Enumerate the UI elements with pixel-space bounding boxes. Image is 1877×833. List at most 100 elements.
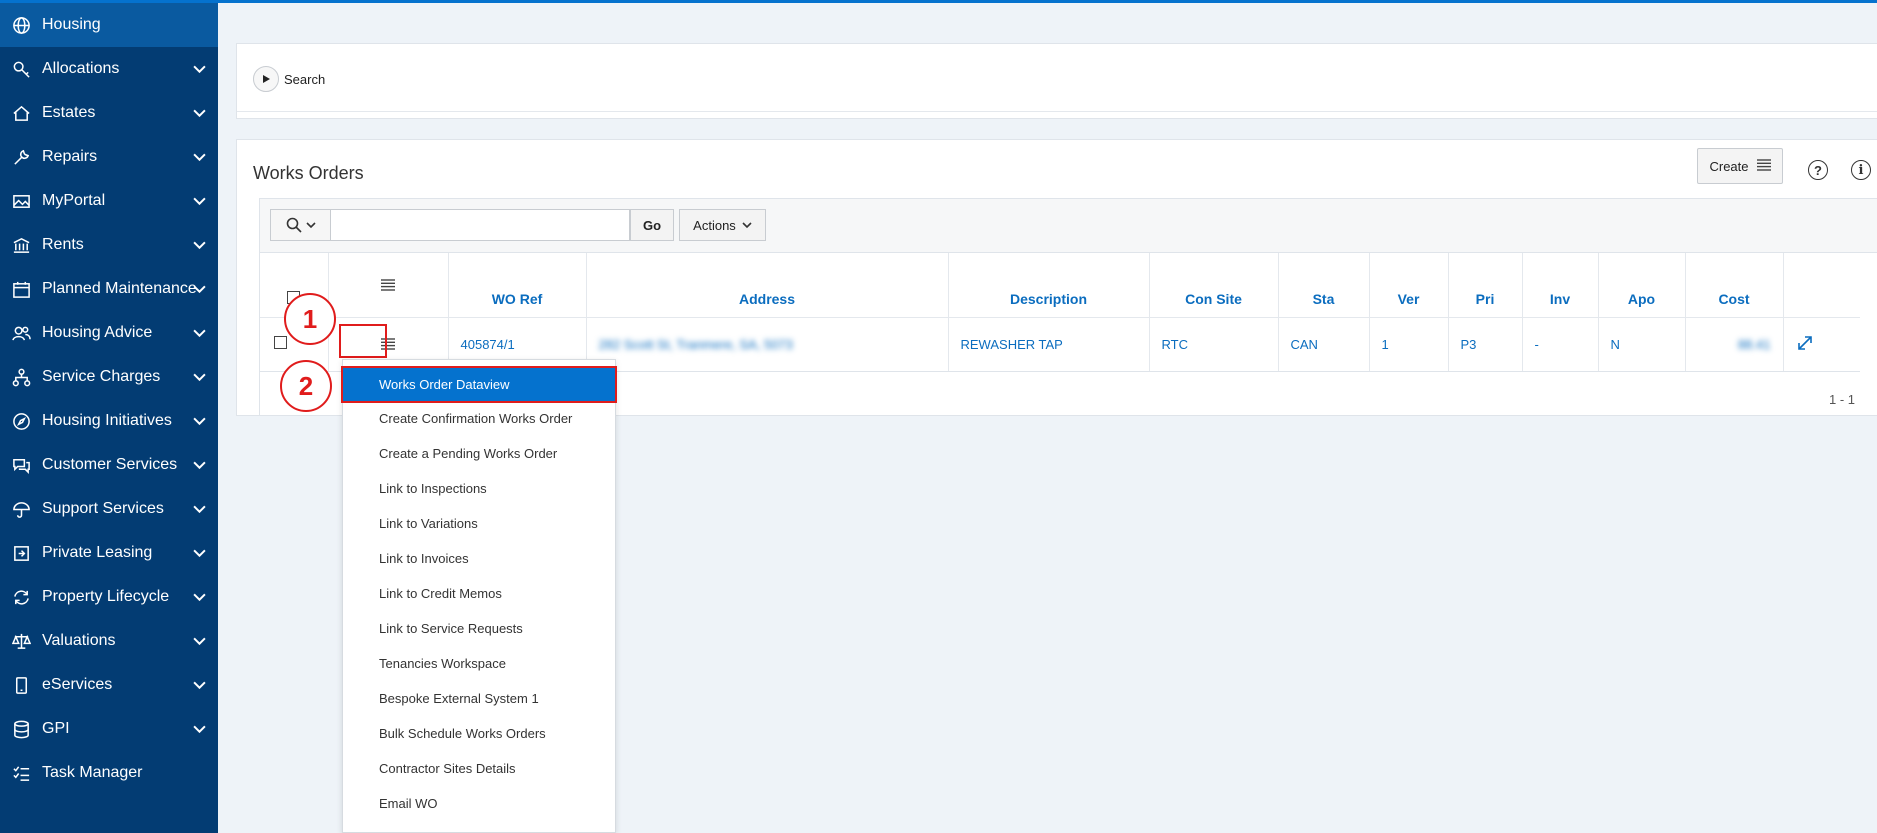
row-actions-menu: Works Order Dataview Create Confirmation… — [341, 359, 617, 833]
menu-item-contractor-sites-details[interactable]: Contractor Sites Details — [343, 751, 615, 786]
sidebar-item-customer-services[interactable]: Customer Services — [0, 443, 218, 487]
menu-item-create-pending-works-order[interactable]: Create a Pending Works Order — [343, 436, 615, 471]
sidebar-item-planned-maintenance[interactable]: Planned Maintenance — [0, 267, 218, 311]
column-header-ver[interactable]: Ver — [1369, 253, 1449, 318]
sidebar-item-rents[interactable]: Rents — [0, 223, 218, 267]
column-header-cost[interactable]: Cost — [1685, 253, 1784, 318]
menu-item-link-to-invoices[interactable]: Link to Invoices — [343, 541, 615, 576]
column-header-wo-ref[interactable]: WO Ref — [448, 253, 587, 318]
chevron-down-icon[interactable] — [193, 150, 206, 168]
go-button[interactable]: Go — [630, 209, 674, 241]
column-header-inv[interactable]: Inv — [1522, 253, 1599, 318]
cell-address[interactable]: 282 Scott St, Tranmere, SA, 5073 — [586, 317, 949, 372]
home-icon — [10, 102, 32, 124]
step-marker-1: 1 — [284, 293, 336, 345]
search-input[interactable] — [330, 209, 630, 241]
globe-icon — [10, 14, 32, 36]
chevron-down-icon[interactable] — [193, 326, 206, 344]
sidebar-item-gpi[interactable]: GPI — [0, 707, 218, 751]
sidebar-item-valuations[interactable]: Valuations — [0, 619, 218, 663]
search-region-label: Search — [284, 71, 326, 87]
sidebar-item-housing-advice[interactable]: Housing Advice — [0, 311, 218, 355]
region-title: Works Orders — [253, 163, 364, 183]
chevron-down-icon[interactable] — [193, 414, 206, 432]
chevron-down-icon[interactable] — [193, 194, 206, 212]
sidebar-item-allocations[interactable]: Allocations — [0, 47, 218, 91]
info-icon[interactable]: i — [1851, 160, 1871, 180]
database-icon — [10, 718, 32, 740]
actions-menu-button[interactable]: Actions — [679, 209, 766, 241]
chevron-down-icon[interactable] — [193, 106, 206, 124]
search-toggle[interactable]: Search — [253, 66, 325, 92]
chevron-down-icon[interactable] — [193, 282, 206, 300]
sidebar-item-label: GPI — [42, 720, 70, 737]
create-button[interactable]: Create — [1697, 148, 1783, 184]
sidebar-item-myportal[interactable]: MyPortal — [0, 179, 218, 223]
row-checkbox[interactable] — [274, 336, 287, 349]
cell-cost[interactable]: 88.41 — [1685, 317, 1784, 372]
sidebar-item-label: Estates — [42, 104, 96, 121]
menu-item-link-to-inspections[interactable]: Link to Inspections — [343, 471, 615, 506]
menu-item-link-to-service-requests[interactable]: Link to Service Requests — [343, 611, 615, 646]
search-icon — [286, 217, 302, 233]
menu-item-works-order-dataview[interactable]: Works Order Dataview — [341, 366, 617, 403]
refresh-icon — [10, 586, 32, 608]
cell-ver[interactable]: 1 — [1369, 317, 1449, 372]
menu-item-tenancies-workspace[interactable]: Tenancies Workspace — [343, 646, 615, 681]
menu-item-email-wo[interactable]: Email WO — [343, 786, 615, 821]
chevron-down-icon[interactable] — [193, 62, 206, 80]
column-header-sta[interactable]: Sta — [1278, 253, 1370, 318]
cell-description[interactable]: REWASHER TAP — [948, 317, 1150, 372]
chevron-down-icon[interactable] — [193, 502, 206, 520]
sidebar-item-support-services[interactable]: Support Services — [0, 487, 218, 531]
chevron-down-icon[interactable] — [193, 370, 206, 388]
sidebar-item-label: Service Charges — [42, 368, 161, 385]
cell-con-site[interactable]: RTC — [1149, 317, 1279, 372]
header-row: WO Ref Address Description Con Site Sta … — [260, 253, 1860, 318]
chevron-down-icon[interactable] — [193, 634, 206, 652]
chevron-down-icon[interactable] — [193, 722, 206, 740]
grid-toolbar: Go Actions — [260, 199, 1877, 253]
sidebar-item-label: Allocations — [42, 60, 120, 77]
cell-apo[interactable]: N — [1598, 317, 1686, 372]
chevron-down-icon[interactable] — [193, 590, 206, 608]
sidebar-item-label: eServices — [42, 676, 113, 693]
column-header-con-site[interactable]: Con Site — [1149, 253, 1279, 318]
chevron-down-icon[interactable] — [193, 238, 206, 256]
chevron-down-icon[interactable] — [193, 678, 206, 696]
menu-item-bulk-schedule-works-orders[interactable]: Bulk Schedule Works Orders — [343, 716, 615, 751]
sidebar-item-eservices[interactable]: eServices — [0, 663, 218, 707]
cell-sta[interactable]: CAN — [1278, 317, 1370, 372]
sidebar-item-housing[interactable]: Housing — [0, 3, 218, 47]
sidebar-item-task-manager[interactable]: Task Manager — [0, 751, 218, 795]
menu-item-link-to-credit-memos[interactable]: Link to Credit Memos — [343, 576, 615, 611]
menu-item-link-to-variations[interactable]: Link to Variations — [343, 506, 615, 541]
sitemap-icon — [10, 366, 32, 388]
sidebar-item-service-charges[interactable]: Service Charges — [0, 355, 218, 399]
cell-pri[interactable]: P3 — [1448, 317, 1523, 372]
menu-icon — [374, 274, 402, 296]
chevron-down-icon[interactable] — [193, 458, 206, 476]
menu-item-bespoke-external-system-1[interactable]: Bespoke External System 1 — [343, 681, 615, 716]
compass-icon — [10, 410, 32, 432]
column-header-pri[interactable]: Pri — [1448, 253, 1523, 318]
sidebar-item-estates[interactable]: Estates — [0, 91, 218, 135]
sidebar-item-label: Rents — [42, 236, 84, 253]
column-header-description[interactable]: Description — [948, 253, 1150, 318]
help-icon[interactable]: ? — [1808, 160, 1828, 180]
expand-icon[interactable] — [1796, 335, 1814, 355]
column-header-apo[interactable]: Apo — [1598, 253, 1686, 318]
sidebar-item-label: Housing Initiatives — [42, 412, 172, 429]
cell-inv[interactable]: - — [1522, 317, 1599, 372]
sidebar-item-housing-initiatives[interactable]: Housing Initiatives — [0, 399, 218, 443]
search-column-selector[interactable] — [270, 209, 330, 241]
chevron-down-icon[interactable] — [193, 546, 206, 564]
sidebar-item-property-lifecycle[interactable]: Property Lifecycle — [0, 575, 218, 619]
menu-item-create-confirmation-works-order[interactable]: Create Confirmation Works Order — [343, 401, 615, 436]
column-header-address[interactable]: Address — [586, 253, 949, 318]
sidebar-item-repairs[interactable]: Repairs — [0, 135, 218, 179]
expand-arrow-icon[interactable] — [253, 66, 279, 92]
column-header-expand — [1783, 253, 1860, 318]
umbrella-icon — [10, 498, 32, 520]
sidebar-item-private-leasing[interactable]: Private Leasing — [0, 531, 218, 575]
